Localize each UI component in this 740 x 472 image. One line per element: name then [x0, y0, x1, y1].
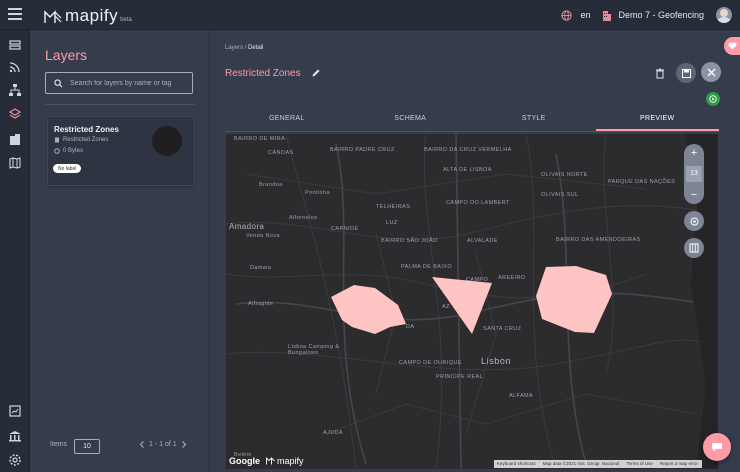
- search-icon: [54, 78, 63, 87]
- hamburger-menu-icon[interactable]: [8, 8, 22, 22]
- tab-preview[interactable]: PREVIEW: [595, 111, 719, 131]
- run-button[interactable]: [706, 92, 720, 106]
- logo-text: mapify: [65, 6, 119, 25]
- crosshair-icon: [690, 217, 698, 225]
- panel-divider: [45, 104, 195, 105]
- columns-icon: [689, 243, 699, 253]
- page-range: 1 - 1 of 1: [149, 441, 177, 448]
- chat-bubble-icon: [712, 443, 722, 452]
- restricted-zone-polygon[interactable]: [432, 277, 492, 334]
- left-nav: [0, 30, 30, 472]
- breadcrumb-layers[interactable]: Layers: [225, 45, 243, 51]
- breadcrumb-current: Detail: [248, 45, 264, 51]
- play-circle-icon: [709, 95, 717, 103]
- layers-title: Layers: [45, 47, 88, 63]
- items-per-page-label: Items: [50, 441, 68, 448]
- keyboard-shortcuts-link[interactable]: Keyboard shortcuts: [494, 460, 540, 468]
- restricted-zone-polygons: [331, 266, 612, 334]
- layers-toggle-button[interactable]: [684, 238, 704, 258]
- layer-card-size: 0 Bytes: [63, 148, 84, 154]
- organization-name[interactable]: Demo 7 - Geofencing: [618, 10, 704, 20]
- zoom-in-button[interactable]: +: [684, 146, 704, 160]
- locate-button[interactable]: [684, 211, 704, 231]
- restricted-zone-polygon[interactable]: [331, 285, 406, 334]
- heart-icon: [727, 42, 737, 50]
- delete-icon[interactable]: [654, 67, 666, 79]
- mapify-map-text: mapify: [277, 456, 304, 466]
- terms-link[interactable]: Terms of Use: [623, 460, 657, 468]
- tab-schema[interactable]: SCHEMA: [349, 111, 473, 131]
- close-icon: [707, 68, 715, 76]
- map-preview[interactable]: BAIRRO DE MIRA CANOAS BAIRRO PADRE CRUZ …: [226, 134, 718, 469]
- page-title: Restricted Zones: [225, 68, 301, 79]
- items-per-page-select[interactable]: 10: [74, 439, 100, 454]
- zoom-out-button[interactable]: −: [684, 188, 704, 202]
- breadcrumb-separator: /: [244, 45, 247, 51]
- bank-icon[interactable]: [8, 429, 22, 443]
- document-icon: [55, 137, 59, 143]
- tab-style[interactable]: STYLE: [472, 111, 596, 131]
- breadcrumb: Layers / Detail: [225, 45, 263, 51]
- user-avatar[interactable]: [716, 7, 732, 23]
- mapify-map-logo: mapify: [266, 456, 304, 466]
- language-selector[interactable]: en: [580, 10, 590, 20]
- zoom-control: + 13 −: [684, 144, 704, 204]
- layer-search-box[interactable]: [45, 72, 193, 94]
- beta-badge: beta: [120, 17, 132, 23]
- pagination: 1 - 1 of 1: [138, 440, 188, 449]
- map-data-text: Map data ©2021 Inst. Geogr. Nacional: [540, 460, 624, 468]
- layer-card-subtitle: Restricted Zones: [63, 137, 109, 143]
- report-error-link[interactable]: Report a map error: [657, 460, 702, 468]
- layers-panel: Layers Restricted Zones Restricted Zones…: [30, 30, 210, 472]
- dashboard-icon[interactable]: [8, 38, 22, 52]
- chat-button[interactable]: [703, 433, 731, 461]
- layer-card[interactable]: Restricted Zones Restricted Zones 0 Byte…: [47, 116, 195, 186]
- organization-icon: [603, 10, 612, 21]
- floppy-disk-icon: [681, 68, 691, 78]
- close-button[interactable]: [701, 62, 721, 82]
- chevron-right-icon[interactable]: [180, 440, 188, 449]
- tab-general[interactable]: GENERAL: [225, 111, 349, 131]
- restricted-zone-polygon[interactable]: [536, 266, 612, 333]
- google-logo: Google: [229, 456, 260, 466]
- layers-icon[interactable]: [8, 107, 22, 121]
- buildings-icon[interactable]: [8, 132, 22, 146]
- map-book-icon[interactable]: [8, 156, 22, 170]
- layer-card-type-row: Restricted Zones: [54, 137, 108, 143]
- detail-tabs: GENERAL SCHEMA STYLE PREVIEW: [225, 111, 719, 131]
- mapify-logo[interactable]: mapify beta: [44, 6, 132, 26]
- layer-card-size-row: 0 Bytes: [54, 148, 83, 154]
- database-icon: [54, 148, 60, 154]
- layer-card-thumbnail: [152, 126, 182, 156]
- globe-icon[interactable]: [561, 9, 573, 21]
- tabs-divider: [225, 131, 719, 132]
- map-attribution: Keyboard shortcuts Map data ©2021 Inst. …: [494, 460, 702, 468]
- layer-card-title: Restricted Zones: [54, 125, 119, 134]
- favorite-badge[interactable]: [724, 37, 740, 55]
- layer-card-label-chip[interactable]: No label: [53, 164, 82, 173]
- save-button[interactable]: [676, 63, 696, 83]
- pencil-icon[interactable]: [311, 68, 321, 78]
- mapify-mark-icon: [44, 10, 62, 23]
- hierarchy-icon[interactable]: [8, 83, 22, 97]
- settings-icon[interactable]: [8, 453, 22, 467]
- report-icon[interactable]: [8, 404, 22, 418]
- zoom-level: 13: [686, 166, 702, 182]
- rss-icon[interactable]: [8, 60, 22, 74]
- main-content: Layers / Detail Restricted Zones GENERAL…: [210, 30, 740, 472]
- layer-search-input[interactable]: [70, 79, 190, 87]
- mapify-mark-icon: [266, 457, 275, 465]
- top-bar: mapify beta en Demo 7 - Geofencing: [0, 0, 740, 30]
- chevron-left-icon[interactable]: [138, 440, 146, 449]
